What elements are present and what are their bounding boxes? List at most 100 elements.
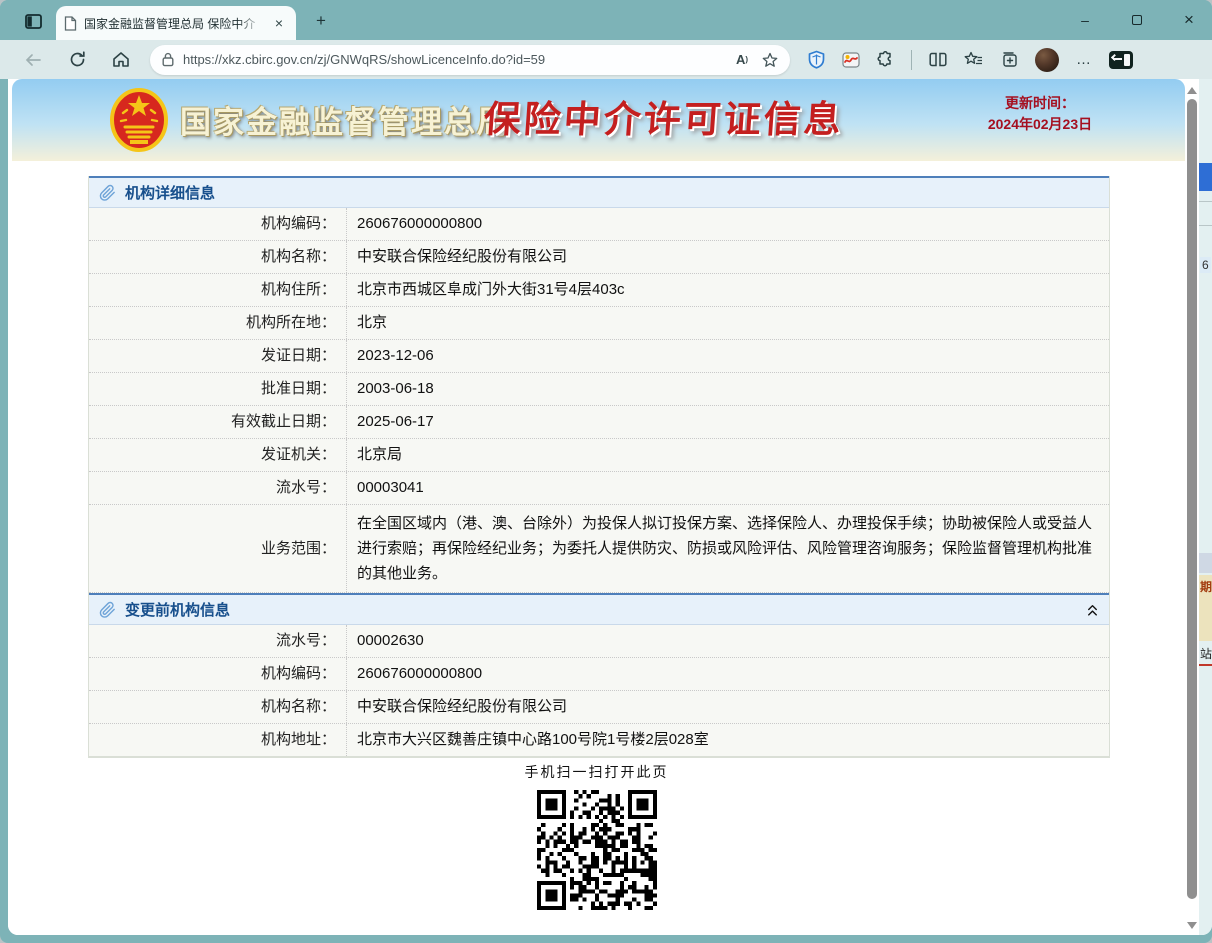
table-row: 流水号： 00002630 [89, 625, 1109, 658]
background-fragment-text: 6 [1200, 257, 1211, 273]
row-label: 发证机关： [89, 439, 347, 471]
collections-icon[interactable] [1000, 51, 1018, 68]
row-label: 流水号： [89, 625, 347, 657]
table-row: 机构名称： 中安联合保险经纪股份有限公司 [89, 691, 1109, 724]
browser-toolbar: https://xkz.cbirc.gov.cn/zj/GNWqRS/showL… [0, 40, 1212, 79]
row-label: 机构名称： [89, 241, 347, 273]
new-tab-button[interactable]: + [308, 9, 334, 33]
read-aloud-icon[interactable]: A) [736, 52, 748, 67]
page-content: 国家金融监督管理总局 保险中介许可证信息 更新时间： 2024年02月23日 机… [8, 79, 1212, 935]
row-value: 中安联合保险经纪股份有限公司 [347, 241, 1109, 273]
national-emblem-icon [108, 87, 170, 153]
favorite-star-icon[interactable] [762, 52, 778, 68]
row-value: 北京局 [347, 439, 1109, 471]
tracking-shield-icon[interactable] [808, 50, 825, 69]
table-row: 机构所在地： 北京 [89, 307, 1109, 340]
sidebar-toggle-icon[interactable] [1109, 51, 1133, 69]
row-value: 260676000000800 [347, 208, 1109, 240]
lock-icon[interactable] [162, 52, 174, 67]
paperclip-icon [99, 601, 116, 619]
page-header: 国家金融监督管理总局 保险中介许可证信息 更新时间： 2024年02月23日 [12, 79, 1185, 161]
row-value: 00002630 [347, 625, 1109, 657]
row-value: 2025-06-17 [347, 406, 1109, 438]
scroll-up-icon[interactable] [1187, 87, 1197, 94]
tab-title: 国家金融监督管理总局 保险中介 [84, 15, 263, 32]
background-fragment-redline [1199, 664, 1212, 666]
background-fragment-text: 期 [1200, 578, 1212, 595]
table-row: 机构编码： 260676000000800 [89, 208, 1109, 241]
section-title: 机构详细信息 [125, 182, 215, 203]
profile-avatar[interactable] [1035, 48, 1059, 72]
scroll-down-icon[interactable] [1187, 922, 1197, 929]
table-row: 有效截止日期： 2025-06-17 [89, 406, 1109, 439]
row-label: 机构所在地： [89, 307, 347, 339]
row-value: 在全国区域内（港、澳、台除外）为投保人拟订投保方案、选择保险人、办理投保手续；协… [347, 505, 1109, 592]
row-label: 机构编码： [89, 658, 347, 690]
table-row: 机构地址： 北京市大兴区魏善庄镇中心路100号院1号楼2层028室 [89, 724, 1109, 757]
url-text[interactable]: https://xkz.cbirc.gov.cn/zj/GNWqRS/showL… [183, 52, 727, 67]
row-label: 批准日期： [89, 373, 347, 405]
table-row: 流水号： 00003041 [89, 472, 1109, 505]
qr-code [535, 788, 659, 912]
background-fragment-text: 站 [1200, 645, 1212, 662]
row-value: 260676000000800 [347, 658, 1109, 690]
update-time: 更新时间： 2024年02月23日 [965, 93, 1115, 135]
favorites-hub-icon[interactable] [964, 51, 983, 68]
section-header-prechange: 变更前机构信息 [89, 593, 1109, 625]
row-value: 2003-06-18 [347, 373, 1109, 405]
background-fragment-gray [1199, 553, 1212, 573]
split-screen-icon[interactable] [929, 52, 947, 67]
browser-window: 国家金融监督管理总局 保险中介 × + – × https: [0, 0, 1212, 943]
update-time-date: 2024年02月23日 [965, 114, 1115, 135]
settings-more-icon[interactable]: … [1076, 51, 1092, 68]
minimize-button[interactable]: – [1072, 7, 1098, 33]
collapse-chevrons-icon[interactable] [1086, 603, 1099, 617]
page-favicon-icon [64, 16, 77, 31]
window-controls: – × [1072, 0, 1202, 40]
page-title: 保险中介许可证信息 [482, 89, 846, 143]
row-label: 流水号： [89, 472, 347, 504]
webpage: 国家金融监督管理总局 保险中介许可证信息 更新时间： 2024年02月23日 机… [8, 79, 1185, 935]
background-fragment-blue [1199, 163, 1212, 191]
site-name: 国家金融监督管理总局 [180, 97, 510, 142]
row-label: 机构编码： [89, 208, 347, 240]
table-row: 发证机关： 北京局 [89, 439, 1109, 472]
extensions-icon[interactable] [877, 51, 894, 68]
row-label: 机构地址： [89, 724, 347, 756]
scrollbar-thumb[interactable] [1187, 99, 1197, 899]
row-value: 北京市西城区阜成门外大街31号4层403c [347, 274, 1109, 306]
browser-tab[interactable]: 国家金融监督管理总局 保险中介 × [56, 6, 296, 40]
row-label: 机构住所： [89, 274, 347, 306]
tab-actions-icon[interactable] [18, 8, 48, 34]
row-label: 发证日期： [89, 340, 347, 372]
qr-section: 手机扫一扫打开此页 [8, 762, 1185, 917]
refresh-icon[interactable] [62, 45, 92, 75]
toolbar-divider [911, 50, 912, 70]
table-row-business-scope: 业务范围： 在全国区域内（港、澳、台除外）为投保人拟订投保方案、选择保险人、办理… [89, 505, 1109, 593]
close-button[interactable]: × [1176, 7, 1202, 33]
table-row: 机构名称： 中安联合保险经纪股份有限公司 [89, 241, 1109, 274]
row-value: 2023-12-06 [347, 340, 1109, 372]
row-value: 中安联合保险经纪股份有限公司 [347, 691, 1109, 723]
row-value: 北京市大兴区魏善庄镇中心路100号院1号楼2层028室 [347, 724, 1109, 756]
table-row: 发证日期： 2023-12-06 [89, 340, 1109, 373]
paperclip-icon [99, 184, 116, 202]
page-scrollbar[interactable] [1185, 85, 1199, 931]
tab-close-icon[interactable]: × [270, 14, 288, 32]
back-icon[interactable] [18, 45, 48, 75]
address-bar[interactable]: https://xkz.cbirc.gov.cn/zj/GNWqRS/showL… [150, 45, 790, 75]
qr-caption: 手机扫一扫打开此页 [8, 762, 1185, 782]
row-value: 00003041 [347, 472, 1109, 504]
table-row: 批准日期： 2003-06-18 [89, 373, 1109, 406]
maximize-button[interactable] [1124, 7, 1150, 33]
section-header-detail: 机构详细信息 [89, 176, 1109, 208]
browser-essentials-icon[interactable] [842, 52, 860, 68]
row-value: 北京 [347, 307, 1109, 339]
titlebar: 国家金融监督管理总局 保险中介 × + – × [0, 0, 1212, 40]
background-page-sliver: 6 期 站 [1199, 79, 1212, 935]
section-title: 变更前机构信息 [125, 599, 230, 620]
home-icon[interactable] [106, 45, 136, 75]
table-row: 机构住所： 北京市西城区阜成门外大街31号4层403c [89, 274, 1109, 307]
row-label: 有效截止日期： [89, 406, 347, 438]
license-info-table: 机构详细信息 机构编码： 260676000000800 机构名称： 中安联合保… [88, 176, 1110, 758]
